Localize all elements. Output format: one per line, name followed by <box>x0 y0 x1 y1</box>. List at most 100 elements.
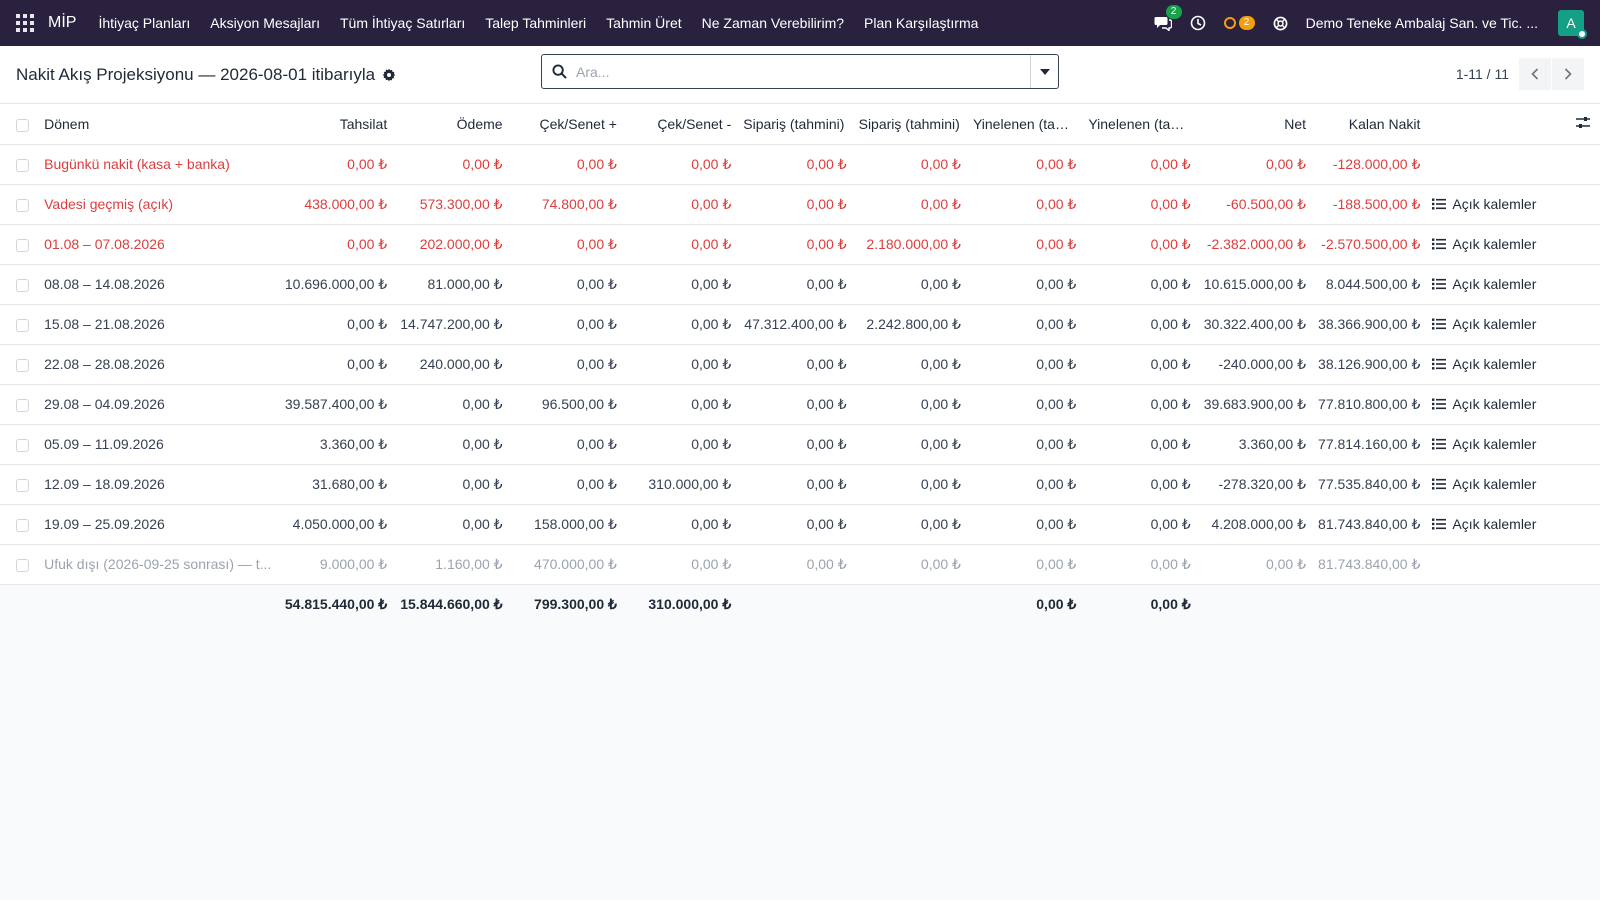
sliders-icon[interactable] <box>1576 116 1590 129</box>
cell-period[interactable]: Bugünkü nakit (kasa + banka) <box>38 144 278 185</box>
table-row[interactable]: Vadesi geçmiş (açık) 438.000,00 ₺ 573.300,… <box>0 184 1600 225</box>
row-checkbox[interactable] <box>15 238 29 252</box>
messages-icon[interactable]: 2 <box>1154 5 1182 31</box>
cell-period[interactable]: 05.09 – 11.09.2026 <box>38 424 278 465</box>
cell-amount: 0,00 ₺ <box>1082 424 1197 465</box>
open-items-button[interactable]: Açık kalemler <box>1432 436 1536 452</box>
row-checkbox[interactable] <box>15 358 29 372</box>
cell-amount: 0,00 ₺ <box>1082 264 1197 305</box>
table-row[interactable]: 29.08 – 04.09.2026 39.587.400,00 ₺ 0,00 ₺ 9… <box>0 384 1600 425</box>
cell-amount: 310.000,00 ₺ <box>622 464 738 505</box>
menu-tahmin-uret[interactable]: Tahmin Üret <box>606 15 681 31</box>
cell-amount: 9.000,00 ₺ <box>277 544 394 585</box>
table-row[interactable]: 12.09 – 18.09.2026 31.680,00 ₺ 0,00 ₺ 0,00 … <box>0 464 1600 505</box>
menu-ne-zaman-verebilirim[interactable]: Ne Zaman Verebilirim? <box>702 15 844 31</box>
cell-amount: 77.810.800,00 ₺ <box>1312 384 1427 425</box>
row-checkbox[interactable] <box>15 518 29 532</box>
cell-period[interactable]: 01.08 – 07.08.2026 <box>38 224 278 265</box>
col-net[interactable]: Net <box>1196 104 1313 145</box>
company-switcher[interactable]: Demo Teneke Ambalaj San. ve Tic. ... <box>1306 15 1538 31</box>
table-row[interactable]: 15.08 – 21.08.2026 0,00 ₺ 14.747.200,00 ₺ 0… <box>0 304 1600 345</box>
menu-ihtiyac-planlari[interactable]: İhtiyaç Planları <box>98 15 190 31</box>
row-checkbox[interactable] <box>15 478 29 492</box>
row-checkbox[interactable] <box>15 318 29 332</box>
open-items-button[interactable]: Açık kalemler <box>1432 276 1536 292</box>
cell-period[interactable]: Ufuk dışı (2026-09-25 sonrası) — t... <box>38 544 278 585</box>
open-items-button[interactable]: Açık kalemler <box>1432 316 1536 332</box>
row-checkbox-cell <box>0 264 39 305</box>
activities-indicator[interactable]: 2 <box>1223 16 1255 30</box>
cell-amount: 0,00 ₺ <box>966 464 1083 505</box>
cell-period[interactable]: 19.09 – 25.09.2026 <box>38 504 278 545</box>
open-items-label: Açık kalemler <box>1452 515 1537 532</box>
chevron-right-icon <box>1564 68 1572 80</box>
row-checkbox[interactable] <box>15 278 29 292</box>
menu-aksiyon-mesajlari[interactable]: Aksiyon Mesajları <box>210 15 320 31</box>
col-odeme[interactable]: Ödeme <box>393 104 509 145</box>
cell-period[interactable]: 29.08 – 04.09.2026 <box>38 384 278 425</box>
support-icon[interactable] <box>1273 16 1288 31</box>
table-row[interactable]: 08.08 – 14.08.2026 10.696.000,00 ₺ 81.000,… <box>0 264 1600 305</box>
open-items-button[interactable]: Açık kalemler <box>1432 356 1536 372</box>
cell-amount: 0,00 ₺ <box>1082 464 1197 505</box>
col-yinelenen-1[interactable]: Yinelenen (tahsilat) <box>966 104 1083 145</box>
cell-amount: 0,00 ₺ <box>852 184 967 225</box>
table-row[interactable]: Bugünkü nakit (kasa + banka) 0,00 ₺ 0,00 ₺… <box>0 144 1600 185</box>
app-grid-icon[interactable] <box>16 14 34 32</box>
open-items-button[interactable]: Açık kalemler <box>1432 236 1536 252</box>
user-avatar[interactable]: A <box>1558 10 1587 39</box>
cell-total: 310.000,00 ₺ <box>622 584 738 624</box>
action-cell <box>1426 144 1600 185</box>
cell-amount: 0,00 ₺ <box>622 504 738 545</box>
col-kalan-nakit[interactable]: Kalan Nakit <box>1312 104 1427 145</box>
row-checkbox[interactable] <box>15 558 29 572</box>
table-row[interactable]: 19.09 – 25.09.2026 4.050.000,00 ₺ 0,00 ₺ 15… <box>0 504 1600 545</box>
row-checkbox-cell <box>0 184 39 225</box>
cell-period[interactable]: 12.09 – 18.09.2026 <box>38 464 278 505</box>
cell-amount: -2.570.500,00 ₺ <box>1312 224 1427 265</box>
page-title-wrap: Nakit Akış Projeksiyonu — 2026-08-01 iti… <box>16 65 396 85</box>
search-input[interactable] <box>576 63 1030 80</box>
clock-icon[interactable] <box>1190 15 1206 31</box>
row-checkbox[interactable] <box>15 158 29 172</box>
search-options-toggle[interactable] <box>1030 55 1058 88</box>
table-row[interactable]: 01.08 – 07.08.2026 0,00 ₺ 202.000,00 ₺ 0,00… <box>0 224 1600 265</box>
open-items-button[interactable]: Açık kalemler <box>1432 396 1536 412</box>
pager-next-button[interactable] <box>1552 58 1584 90</box>
menu-plan-karsilastirma[interactable]: Plan Karşılaştırma <box>864 15 978 31</box>
pager-previous-button[interactable] <box>1519 58 1551 90</box>
col-yinelenen-2[interactable]: Yinelenen (tahsilat) <box>1082 104 1197 145</box>
col-cek-senet-minus[interactable]: Çek/Senet - <box>622 104 738 145</box>
col-siparis-2[interactable]: Sipariş (tahmini) <box>852 104 967 145</box>
row-checkbox[interactable] <box>15 398 29 412</box>
cell-period[interactable]: 15.08 – 21.08.2026 <box>38 304 278 345</box>
col-tahsilat[interactable]: Tahsilat <box>277 104 394 145</box>
col-siparis-1[interactable]: Sipariş (tahmini) <box>737 104 853 145</box>
open-items-label: Açık kalemler <box>1452 315 1537 332</box>
open-items-button[interactable]: Açık kalemler <box>1432 516 1536 532</box>
gear-icon[interactable] <box>382 68 396 82</box>
menu-talep-tahminleri[interactable]: Talep Tahminleri <box>485 15 586 31</box>
table-row[interactable]: 05.09 – 11.09.2026 3.360,00 ₺ 0,00 ₺ 0,00 ₺… <box>0 424 1600 465</box>
cell-total: 15.844.660,00 ₺ <box>393 584 509 624</box>
cell-period[interactable]: Vadesi geçmiş (açık) <box>38 184 278 225</box>
open-items-label: Açık kalemler <box>1452 395 1537 412</box>
menu-tum-ihtiyac-satirlari[interactable]: Tüm İhtiyaç Satırları <box>340 15 465 31</box>
pager-value[interactable]: 1-11 / 11 <box>1456 66 1509 82</box>
row-checkbox[interactable] <box>15 198 29 212</box>
cell-amount: 0,00 ₺ <box>737 264 853 305</box>
cell-period[interactable]: 22.08 – 28.08.2026 <box>38 344 278 385</box>
table-row[interactable]: 22.08 – 28.08.2026 0,00 ₺ 240.000,00 ₺ 0,00… <box>0 344 1600 385</box>
open-items-button[interactable]: Açık kalemler <box>1432 476 1536 492</box>
app-brand[interactable]: MİP <box>48 14 76 32</box>
action-cell: Açık kalemler <box>1426 184 1600 225</box>
row-checkbox[interactable] <box>15 438 29 452</box>
cell-period[interactable]: 08.08 – 14.08.2026 <box>38 264 278 305</box>
cell-amount: 0,00 ₺ <box>277 344 394 385</box>
col-cek-senet-plus[interactable]: Çek/Senet + <box>508 104 623 145</box>
table-row[interactable]: Ufuk dışı (2026-09-25 sonrası) — t... 9.0… <box>0 544 1600 585</box>
open-items-button[interactable]: Açık kalemler <box>1432 196 1536 212</box>
select-all-checkbox[interactable] <box>15 118 29 132</box>
col-donem[interactable]: Dönem <box>38 104 278 145</box>
cell-amount: 0,00 ₺ <box>966 304 1083 345</box>
